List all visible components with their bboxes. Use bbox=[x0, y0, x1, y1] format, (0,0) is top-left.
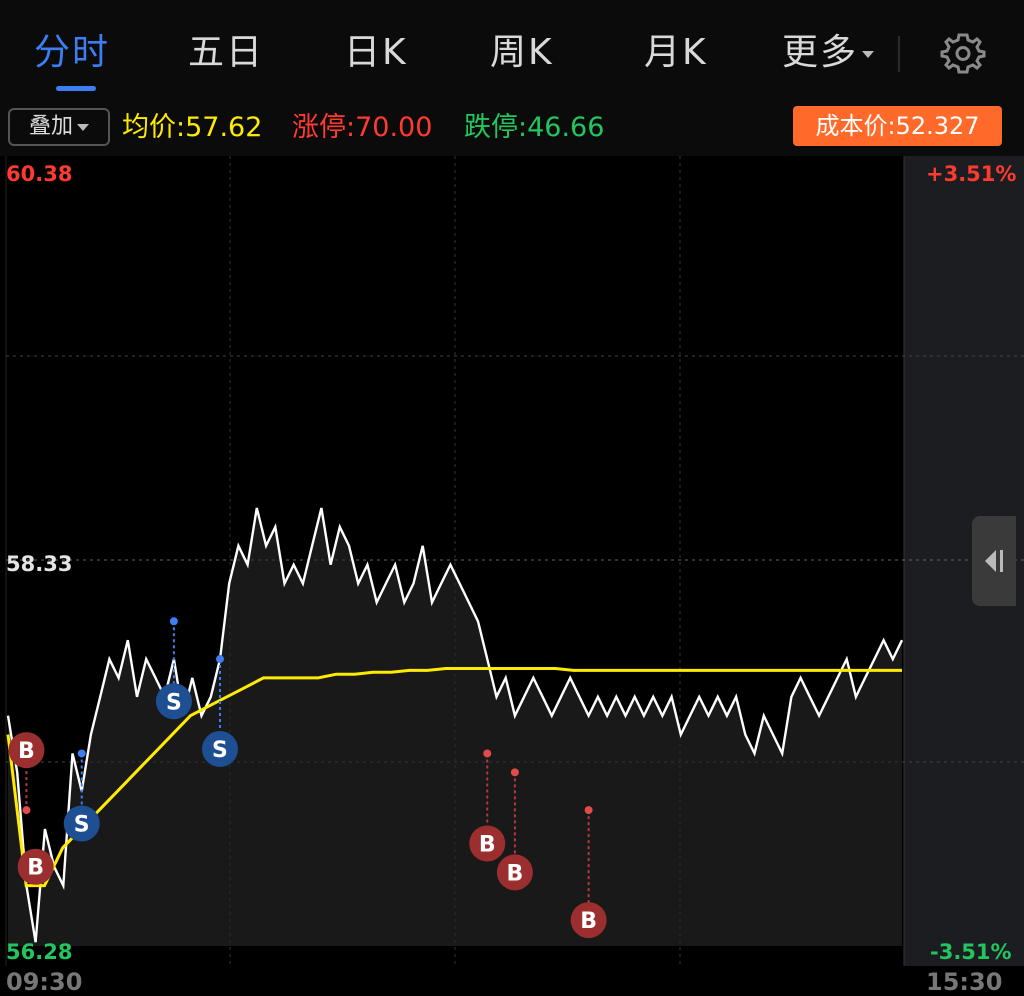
tab-divider bbox=[898, 36, 900, 72]
intraday-chart-svg: BBSSSBBB bbox=[0, 156, 1024, 986]
trade-point bbox=[483, 749, 492, 758]
trade-point bbox=[22, 806, 31, 815]
trade-point bbox=[215, 655, 224, 664]
price-info-bar: 叠加 均价:57.62 涨停:70.00 跌停:46.66 成本价:52.327 bbox=[0, 100, 1024, 156]
intraday-chart[interactable]: BBSSSBBB 60.38 58.33 56.28 +3.51% -3.51%… bbox=[0, 156, 1024, 996]
tab-more[interactable]: 更多 bbox=[782, 26, 875, 80]
overlay-label: 叠加 bbox=[28, 114, 73, 139]
active-tab-indicator bbox=[56, 86, 96, 91]
tab-daily-k[interactable]: 日K bbox=[344, 26, 408, 80]
time-start-label: 09:30 bbox=[6, 968, 83, 996]
gear-icon[interactable] bbox=[940, 30, 986, 76]
trade-marker-label: B bbox=[27, 856, 44, 881]
tab-intraday[interactable]: 分时 bbox=[34, 26, 110, 80]
limit-up-price: 涨停:70.00 bbox=[292, 112, 433, 143]
trade-marker-label: S bbox=[166, 690, 182, 715]
average-price: 均价:57.62 bbox=[122, 112, 263, 143]
period-tab-bar: 分时 五日 日K 周K 月K 更多 bbox=[0, 0, 1024, 100]
chevron-down-icon bbox=[77, 123, 89, 131]
pct-high-label: +3.51% bbox=[926, 162, 1017, 186]
tab-five-day[interactable]: 五日 bbox=[188, 26, 264, 80]
price-low-label: 56.28 bbox=[6, 940, 73, 964]
trade-marker-label: B bbox=[18, 739, 35, 764]
time-end-label: 15:30 bbox=[926, 968, 1003, 996]
trade-point bbox=[510, 768, 519, 777]
limit-down-price: 跌停:46.66 bbox=[464, 112, 605, 143]
trade-marker-label: B bbox=[507, 861, 524, 886]
trade-point bbox=[584, 806, 593, 815]
cost-price-button[interactable]: 成本价:52.327 bbox=[793, 106, 1002, 146]
trade-marker-label: S bbox=[74, 812, 90, 837]
chevron-down-icon bbox=[862, 50, 875, 58]
price-high-label: 60.38 bbox=[6, 162, 73, 186]
trade-point bbox=[169, 617, 178, 626]
tab-more-label: 更多 bbox=[782, 32, 859, 73]
tab-monthly-k[interactable]: 月K bbox=[644, 26, 708, 80]
pct-low-label: -3.51% bbox=[930, 940, 1012, 964]
trade-marker-label: B bbox=[580, 909, 597, 934]
panel-collapse-icon bbox=[985, 550, 1003, 572]
trade-point bbox=[77, 749, 86, 758]
side-panel-handle[interactable] bbox=[972, 516, 1016, 606]
price-mid-label: 58.33 bbox=[6, 552, 73, 576]
tab-weekly-k[interactable]: 周K bbox=[490, 26, 554, 80]
trade-marker-label: S bbox=[212, 738, 228, 763]
overlay-button[interactable]: 叠加 bbox=[8, 108, 110, 146]
trade-marker-label: B bbox=[479, 832, 496, 857]
